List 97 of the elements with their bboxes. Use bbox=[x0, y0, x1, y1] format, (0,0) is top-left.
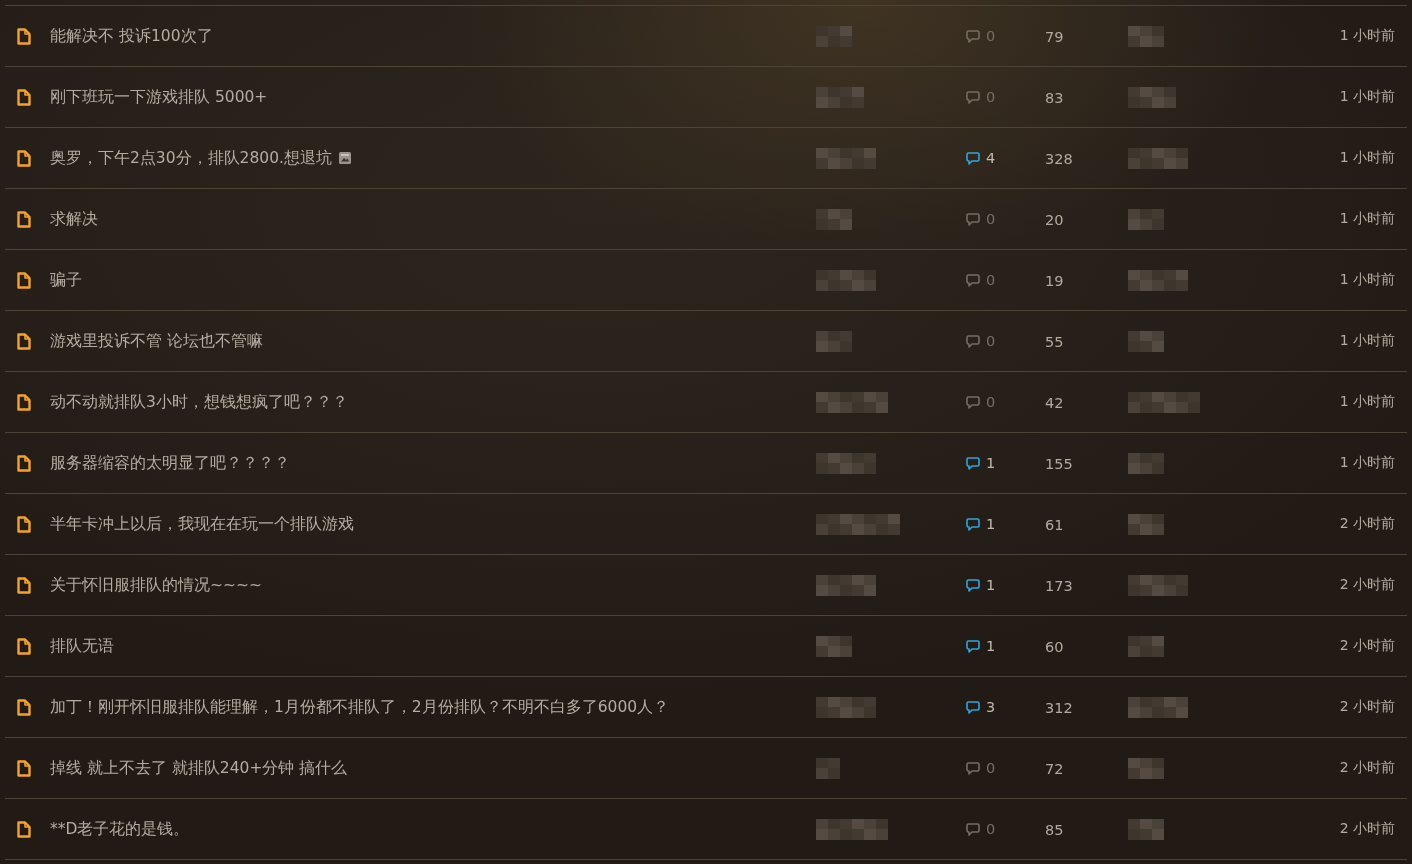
blurred-name bbox=[1128, 269, 1188, 291]
document-icon bbox=[17, 149, 31, 167]
thread-title[interactable]: 动不动就排队3小时，想钱想疯了吧？？？ bbox=[50, 391, 348, 413]
post-time: 2 小时前 bbox=[1339, 759, 1395, 777]
thread-title[interactable]: 掉线 就上不去了 就排队240+分钟 搞什么 bbox=[50, 757, 348, 779]
reply-count: 1 bbox=[986, 577, 996, 593]
reply-count: 0 bbox=[986, 394, 996, 410]
post-time: 1 小时前 bbox=[1339, 27, 1395, 45]
thread-title[interactable]: 奥罗，下午2点30分，排队2800.想退坑 bbox=[50, 147, 332, 169]
blurred-name bbox=[1128, 391, 1200, 413]
document-icon bbox=[17, 271, 31, 289]
document-icon bbox=[17, 210, 31, 228]
view-count: 60 bbox=[1045, 638, 1064, 655]
thread-title[interactable]: 游戏里投诉不管 论坛也不管嘛 bbox=[50, 330, 263, 352]
reply-count: 1 bbox=[986, 455, 996, 471]
blurred-name bbox=[816, 574, 876, 596]
view-count: 79 bbox=[1045, 28, 1064, 45]
document-icon bbox=[17, 698, 31, 716]
reply-count: 0 bbox=[986, 28, 996, 44]
thread-title[interactable]: 能解决不 投诉100次了 bbox=[50, 25, 213, 47]
document-icon bbox=[17, 332, 31, 350]
blurred-name bbox=[816, 269, 876, 291]
view-count: 173 bbox=[1045, 577, 1073, 594]
thread-title[interactable]: 求解决 bbox=[50, 208, 98, 230]
thread-title[interactable]: 关于怀旧服排队的情况~~~~ bbox=[50, 574, 262, 596]
document-icon bbox=[17, 27, 31, 45]
blurred-name bbox=[1128, 25, 1164, 47]
blurred-name bbox=[1128, 635, 1164, 657]
blurred-name bbox=[1128, 86, 1176, 108]
reply-count: 0 bbox=[986, 333, 996, 349]
post-time: 1 小时前 bbox=[1339, 454, 1395, 472]
thread-title[interactable]: **D老子花的是钱。 bbox=[50, 818, 190, 840]
reply-count: 0 bbox=[986, 760, 996, 776]
post-time: 1 小时前 bbox=[1339, 332, 1395, 350]
view-count: 20 bbox=[1045, 211, 1064, 228]
blurred-name bbox=[1128, 818, 1164, 840]
post-time: 1 小时前 bbox=[1339, 210, 1395, 228]
post-time: 1 小时前 bbox=[1339, 271, 1395, 289]
post-time: 2 小时前 bbox=[1339, 698, 1395, 716]
document-icon bbox=[17, 759, 31, 777]
post-time: 2 小时前 bbox=[1339, 820, 1395, 838]
blurred-name bbox=[1128, 147, 1188, 169]
document-icon bbox=[17, 576, 31, 594]
post-time: 2 小时前 bbox=[1339, 576, 1395, 594]
view-count: 328 bbox=[1045, 150, 1073, 167]
thread-title[interactable]: 半年卡冲上以后，我现在在玩一个排队游戏 bbox=[50, 513, 354, 535]
view-count: 312 bbox=[1045, 699, 1073, 716]
document-icon bbox=[17, 88, 31, 106]
blurred-name bbox=[816, 208, 852, 230]
blurred-name bbox=[816, 25, 852, 47]
blurred-name bbox=[1128, 696, 1188, 718]
post-time: 2 小时前 bbox=[1339, 515, 1395, 533]
reply-count: 0 bbox=[986, 821, 996, 837]
blurred-name bbox=[1128, 208, 1164, 230]
document-icon bbox=[17, 820, 31, 838]
blurred-name bbox=[816, 86, 864, 108]
reply-count: 0 bbox=[986, 211, 996, 227]
blurred-name bbox=[816, 147, 876, 169]
blurred-name bbox=[816, 696, 876, 718]
post-time: 1 小时前 bbox=[1339, 393, 1395, 411]
view-count: 61 bbox=[1045, 516, 1064, 533]
view-count: 42 bbox=[1045, 394, 1064, 411]
view-count: 155 bbox=[1045, 455, 1073, 472]
view-count: 72 bbox=[1045, 760, 1064, 777]
reply-count: 1 bbox=[986, 638, 996, 654]
blurred-name bbox=[816, 757, 840, 779]
document-icon bbox=[17, 515, 31, 533]
view-count: 83 bbox=[1045, 89, 1064, 106]
reply-count: 4 bbox=[986, 150, 996, 166]
blurred-name bbox=[816, 330, 852, 352]
document-icon bbox=[17, 393, 31, 411]
reply-count: 3 bbox=[986, 699, 996, 715]
document-icon bbox=[17, 637, 31, 655]
blurred-name bbox=[1128, 757, 1164, 779]
view-count: 55 bbox=[1045, 333, 1064, 350]
blurred-name bbox=[816, 635, 852, 657]
blurred-name bbox=[1128, 452, 1164, 474]
document-icon bbox=[17, 454, 31, 472]
thread-title[interactable]: 加丁！刚开怀旧服排队能理解，1月份都不排队了，2月份排队？不明不白多了6000人？ bbox=[50, 696, 670, 718]
blurred-name bbox=[816, 452, 876, 474]
blurred-name bbox=[816, 391, 888, 413]
thread-title[interactable]: 服务器缩容的太明显了吧？？？？ bbox=[50, 452, 290, 474]
view-count: 85 bbox=[1045, 821, 1064, 838]
thread-title[interactable]: 刚下班玩一下游戏排队 5000+ bbox=[50, 86, 268, 108]
blurred-name bbox=[1128, 574, 1188, 596]
post-time: 1 小时前 bbox=[1339, 88, 1395, 106]
thread-title[interactable]: 排队无语 bbox=[50, 635, 114, 657]
reply-count: 1 bbox=[986, 516, 996, 532]
reply-count: 0 bbox=[986, 272, 996, 288]
blurred-name bbox=[816, 818, 888, 840]
blurred-name bbox=[1128, 330, 1164, 352]
view-count: 19 bbox=[1045, 272, 1064, 289]
post-time: 2 小时前 bbox=[1339, 637, 1395, 655]
thread-title[interactable]: 骗子 bbox=[50, 269, 82, 291]
blurred-name bbox=[1128, 513, 1164, 535]
post-time: 1 小时前 bbox=[1339, 149, 1395, 167]
reply-count: 0 bbox=[986, 89, 996, 105]
